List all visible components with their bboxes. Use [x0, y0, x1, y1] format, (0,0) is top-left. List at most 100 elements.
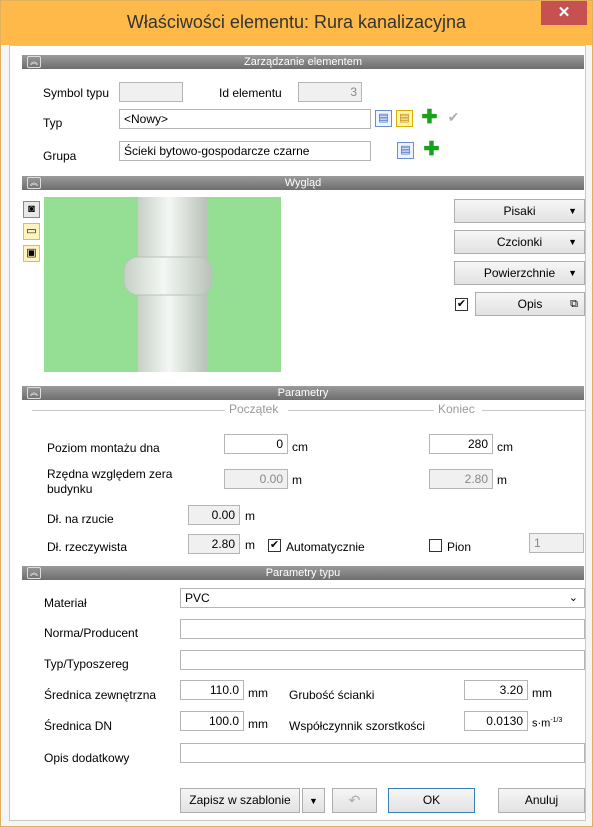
material-value: PVC [185, 591, 210, 605]
dn-diameter-label: Średnica DN [44, 719, 113, 733]
id-field: 3 [298, 82, 362, 102]
edit-type-icon[interactable]: ▤ [375, 110, 392, 127]
projection-length-label: Dł. na rzucie [47, 512, 114, 526]
undo-button[interactable]: ↶ [332, 788, 377, 813]
fonts-dropdown[interactable]: Czcionki ▼ [454, 230, 585, 254]
undo-icon: ↶ [348, 792, 361, 808]
external-diameter-field[interactable]: 110.0 [180, 680, 244, 700]
description-label: Opis [517, 297, 543, 311]
ordinate-start-field: 0.00 [224, 469, 288, 489]
section-params-header[interactable]: ︽ Parametry [22, 386, 584, 400]
norm-field[interactable] [180, 619, 585, 639]
section-appearance-header[interactable]: ︽ Wygląd [22, 176, 584, 190]
mount-start-unit: cm [292, 440, 308, 454]
section-management-header[interactable]: ︽ Zarządzanie elementem [22, 55, 584, 69]
wall-thickness-field[interactable]: 3.20 [464, 680, 528, 700]
chevron-down-icon: ⌄ [568, 592, 578, 604]
material-select[interactable]: PVC ⌄ [180, 588, 585, 608]
vertical-checkbox[interactable] [429, 539, 442, 552]
external-diameter-unit: mm [248, 686, 268, 700]
ordinate-end-unit: m [497, 473, 507, 487]
dialog-title: Właściwości elementu: Rura kanalizacyjna [126, 12, 467, 32]
close-button[interactable]: ✕ [541, 1, 587, 25]
section-type-params-header[interactable]: ︽ Parametry typu [22, 566, 584, 580]
pens-label: Pisaki [503, 204, 536, 218]
symbol-label: Symbol typu [43, 86, 110, 100]
solid-view-icon[interactable]: ▣ [23, 245, 40, 262]
collapse-chevron-icon[interactable]: ︽ [27, 387, 41, 399]
roughness-unit-exponent: -1/3 [550, 717, 563, 724]
auto-label: Automatycznie [286, 540, 365, 554]
collapse-chevron-icon[interactable]: ︽ [27, 567, 41, 579]
real-length-unit: m [245, 538, 255, 552]
vertical-label: Pion [447, 540, 472, 554]
dialog-body [9, 45, 586, 821]
section-params-title: Parametry [277, 387, 329, 399]
dn-diameter-unit: mm [248, 717, 268, 731]
roughness-unit-base: s·m [532, 717, 551, 730]
description-button[interactable]: Opis ⧉ [475, 292, 585, 316]
roughness-label: Współczynnik szorstkości [289, 719, 426, 733]
mount-start-field[interactable]: 0 [224, 434, 288, 454]
dropdown-arrow-icon: ▼ [568, 237, 577, 247]
ordinate-start-unit: m [292, 473, 302, 487]
series-label: Typ/Typoszereg [44, 657, 129, 671]
dn-diameter-field[interactable]: 100.0 [180, 711, 244, 731]
load-type-icon[interactable]: ▤ [396, 110, 413, 127]
mount-end-field[interactable]: 280 [429, 434, 493, 454]
section-appearance-title: Wygląd [284, 177, 322, 189]
column-end-label: Koniec [438, 402, 475, 416]
divider [482, 410, 585, 411]
projection-length-field: 0.00 [188, 505, 240, 525]
description-checkbox[interactable]: ✔ [455, 298, 468, 311]
pipe-preview-image [123, 197, 213, 372]
save-template-button[interactable]: Zapisz w szablonie [180, 788, 300, 813]
roughness-field[interactable]: 0.0130 [464, 711, 528, 731]
save-template-dropdown[interactable]: ▼ [302, 788, 325, 813]
extra-description-label: Opis dodatkowy [44, 751, 130, 765]
dropdown-arrow-icon: ▼ [309, 796, 318, 806]
group-field[interactable]: Ścieki bytowo-gospodarcze czarne [119, 141, 371, 161]
pens-dropdown[interactable]: Pisaki ▼ [454, 199, 585, 223]
divider [32, 410, 225, 411]
camera-view-icon[interactable]: ◙ [23, 201, 40, 218]
real-length-label: Dł. rzeczywista [47, 540, 128, 554]
material-label: Materiał [44, 596, 87, 610]
ordinate-label: Rzędna względem zera budynku [47, 467, 173, 496]
surfaces-dropdown[interactable]: Powierzchnie ▼ [454, 261, 585, 285]
section-management-title: Zarządzanie elementem [243, 56, 362, 68]
divider [288, 410, 434, 411]
close-icon: ✕ [557, 4, 571, 21]
series-field[interactable] [180, 650, 585, 670]
section-type-params-title: Parametry typu [265, 567, 341, 579]
wall-thickness-unit: mm [532, 686, 552, 700]
column-start-label: Początek [229, 402, 279, 416]
auto-checkbox[interactable]: ✔ [268, 539, 281, 552]
wall-thickness-label: Grubość ścianki [289, 688, 375, 702]
outline-view-icon[interactable]: ▭ [23, 223, 40, 240]
vertical-value-field: 1 [529, 533, 584, 553]
mount-level-label: Poziom montażu dna [47, 441, 160, 455]
id-label: Id elementu [219, 86, 282, 100]
type-field[interactable]: <Nowy> [119, 109, 371, 129]
collapse-chevron-icon[interactable]: ︽ [27, 56, 41, 68]
dropdown-arrow-icon: ▼ [568, 206, 577, 216]
add-type-icon[interactable]: ✚ [421, 108, 438, 127]
roughness-unit: s·m-1/3 [532, 717, 562, 730]
cancel-button[interactable]: Anuluj [498, 788, 585, 813]
edit-group-icon[interactable]: ▤ [397, 142, 414, 159]
ok-button[interactable]: OK [388, 788, 475, 813]
dropdown-arrow-icon: ▼ [568, 268, 577, 278]
type-label: Typ [43, 116, 63, 130]
fonts-label: Czcionki [496, 235, 543, 249]
extra-description-field[interactable] [180, 743, 585, 763]
add-group-icon[interactable]: ✚ [423, 140, 440, 159]
title-bar[interactable]: Właściwości elementu: Rura kanalizacyjna… [1, 1, 592, 45]
element-preview[interactable] [44, 197, 281, 372]
ordinate-end-field: 2.80 [429, 469, 493, 489]
collapse-chevron-icon[interactable]: ︽ [27, 177, 41, 189]
mount-end-unit: cm [497, 440, 513, 454]
group-label: Grupa [43, 149, 77, 163]
symbol-field [119, 82, 183, 102]
confirm-type-icon[interactable]: ✔ [445, 110, 462, 127]
